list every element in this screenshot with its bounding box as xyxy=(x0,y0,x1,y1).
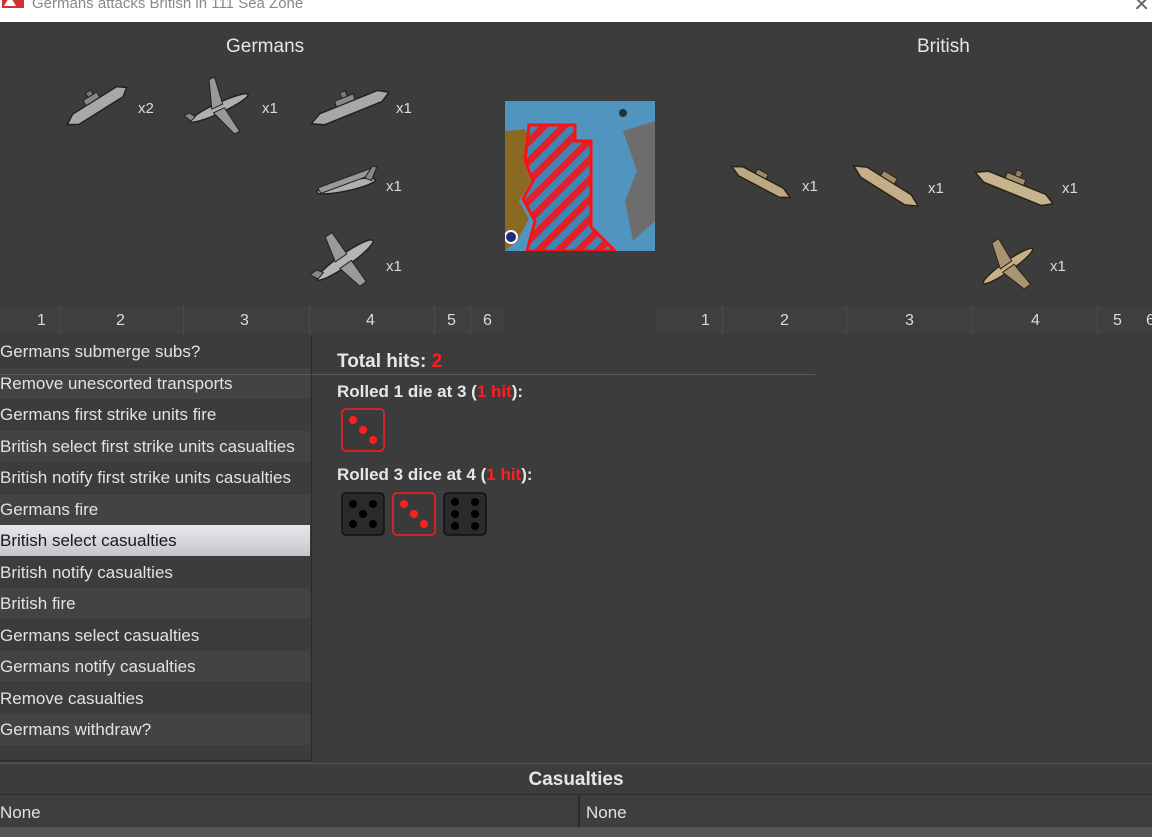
axis-divider xyxy=(722,306,723,334)
window-titlebar: Germans attacks British in 111 Sea Zone … xyxy=(0,0,1152,22)
axis-divider xyxy=(1097,306,1098,334)
die-pip xyxy=(471,522,479,530)
die-pip xyxy=(349,500,357,508)
cruiser-icon xyxy=(852,164,920,208)
results-underline xyxy=(0,374,815,375)
step-item[interactable]: Germans submerge subs? xyxy=(0,336,310,368)
axis-number: 6 xyxy=(1146,312,1152,329)
bomber-icon xyxy=(309,231,374,287)
axis-number: 5 xyxy=(1113,312,1122,329)
die-pip xyxy=(400,500,408,508)
step-item[interactable]: British fire xyxy=(0,588,310,620)
die-hit xyxy=(341,408,385,452)
window-title: Germans attacks British in 111 Sea Zone xyxy=(32,0,304,12)
unit-count: x1 xyxy=(396,100,412,117)
axis-number: 2 xyxy=(116,312,125,329)
die-miss xyxy=(443,492,487,536)
axis-divider xyxy=(972,306,973,334)
die-pip xyxy=(451,510,459,518)
axis-divider xyxy=(59,306,60,334)
unit-count: x1 xyxy=(386,178,402,195)
attacker-casualties: None xyxy=(0,794,580,828)
battleship-icon xyxy=(973,169,1055,207)
axis-number: 4 xyxy=(366,312,375,329)
step-item[interactable]: Germans notify casualties xyxy=(0,651,310,683)
defender-title: British xyxy=(917,36,970,57)
die-pip xyxy=(349,416,357,424)
die-pip xyxy=(359,426,367,434)
roll-suffix: ): xyxy=(521,465,533,484)
step-item[interactable]: Remove casualties xyxy=(0,683,310,715)
die-pip xyxy=(420,520,428,528)
total-hits-value: 2 xyxy=(431,351,443,372)
step-item[interactable]: British notify first strike units casual… xyxy=(0,462,310,494)
roll-prefix: Rolled 1 die at 3 ( xyxy=(337,382,477,401)
axis-number: 1 xyxy=(701,312,710,329)
step-item[interactable]: Germans withdraw? xyxy=(0,714,310,746)
battleship-icon xyxy=(309,89,391,126)
die-pip xyxy=(359,510,367,518)
bottom-edge xyxy=(0,827,1152,837)
axis-number: 6 xyxy=(483,312,492,329)
destroyer-icon xyxy=(730,165,792,199)
sea-zone-map-image xyxy=(505,101,655,251)
casualties-title: Casualties xyxy=(0,763,1152,794)
unit-count: x1 xyxy=(928,180,944,197)
battle-steps-list[interactable]: Germans submerge subs? Remove unescorted… xyxy=(0,336,312,761)
roll-suffix: ): xyxy=(511,382,524,401)
axis-divider xyxy=(309,306,310,334)
roll-prefix: Rolled 3 dice at 4 ( xyxy=(337,465,487,484)
step-item[interactable]: Germans first strike units fire xyxy=(0,399,310,431)
axis-number: 3 xyxy=(240,312,249,329)
die-miss xyxy=(341,492,385,536)
die-hit xyxy=(392,492,436,536)
axis-number: 2 xyxy=(780,312,789,329)
die-pip xyxy=(369,500,377,508)
total-hits-label: Total hits: xyxy=(337,351,432,372)
step-item[interactable]: Germans select casualties xyxy=(0,620,310,652)
axis-divider xyxy=(183,306,184,334)
unit-count: x1 xyxy=(262,100,278,117)
defender-casualties: None xyxy=(580,794,1152,827)
roll-hits: 1 hit xyxy=(476,382,512,401)
close-icon[interactable]: ✕ xyxy=(1133,0,1150,17)
axis-divider xyxy=(434,306,435,334)
die-pip xyxy=(471,498,479,506)
die-pip xyxy=(471,510,479,518)
step-item[interactable]: Germans fire xyxy=(0,494,310,526)
fighter-icon xyxy=(182,76,249,135)
unit-count: x1 xyxy=(386,258,402,275)
unit-count: x1 xyxy=(1050,258,1066,275)
axis-number: 3 xyxy=(905,312,914,329)
fighter-icon xyxy=(982,237,1034,290)
step-item[interactable]: British notify casualties xyxy=(0,557,310,589)
die-pip xyxy=(369,436,377,444)
step-item[interactable]: Remove unescorted transports xyxy=(0,368,310,400)
axis-divider xyxy=(846,306,847,334)
unit-count: x2 xyxy=(138,100,154,117)
axis-number: 5 xyxy=(447,312,456,329)
die-pip xyxy=(451,498,459,506)
axis-divider xyxy=(470,306,471,334)
total-hits: Total hits: 2 xyxy=(337,351,442,373)
axis-number: 4 xyxy=(1031,312,1040,329)
unit-count: x1 xyxy=(1062,180,1078,197)
roll-label: Rolled 1 die at 3 (1 hit): xyxy=(337,382,523,402)
die-pip xyxy=(410,510,418,518)
die-pip xyxy=(451,522,459,530)
roll-label: Rolled 3 dice at 4 (1 hit): xyxy=(337,465,533,485)
battleship-icon xyxy=(66,85,128,126)
unit-count: x1 xyxy=(802,178,818,195)
step-item-selected[interactable]: British select casualties xyxy=(0,525,310,557)
axis-number: 1 xyxy=(37,312,46,329)
die-pip xyxy=(369,520,377,528)
die-pip xyxy=(349,520,357,528)
defender-dice-axis: 1 2 3 4 5 6 xyxy=(656,306,1152,334)
app-icon xyxy=(2,0,24,8)
roll-hits: 1 hit xyxy=(486,465,522,484)
tactical-bomber-icon xyxy=(315,165,378,195)
attacker-title: Germans xyxy=(226,36,305,57)
step-item[interactable]: British select first strike units casual… xyxy=(0,431,310,463)
attacker-dice-axis: 1 2 3 4 5 6 xyxy=(0,306,505,334)
